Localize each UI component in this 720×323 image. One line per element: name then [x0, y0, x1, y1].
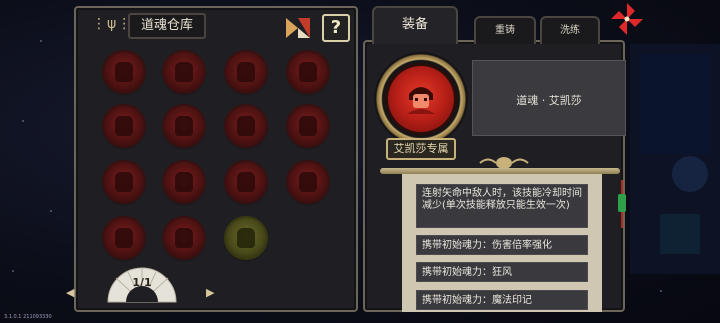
soul-orb[interactable] [288, 162, 328, 202]
soul-orb[interactable] [104, 106, 144, 146]
candle-ornament-icon: ⋮ψ⋮ [92, 16, 133, 32]
soul-orb[interactable] [226, 52, 266, 92]
tab-reforge[interactable]: 重铸 [474, 16, 536, 44]
soul-orb[interactable] [164, 162, 204, 202]
effect-description: 连射矢命中敌人时，该技能冷却时间减少(单次技能释放只能生效一次) [416, 184, 588, 228]
soul-orb[interactable] [104, 52, 144, 92]
exclusive-badge: 艾凯莎专属 [386, 138, 456, 160]
windmill-icon[interactable] [608, 0, 646, 38]
star-decoration [12, 270, 14, 272]
soul-orb[interactable] [164, 106, 204, 146]
soul-orb[interactable] [226, 106, 266, 146]
soul-orb[interactable] [164, 52, 204, 92]
next-page-button[interactable]: ▶ [206, 286, 214, 299]
soul-orb[interactable] [226, 162, 266, 202]
soul-orb[interactable] [288, 52, 328, 92]
tab-equip[interactable]: 装备 [372, 6, 458, 44]
tassel-icon [618, 180, 626, 228]
star-decoration [22, 120, 24, 122]
soul-orb[interactable] [104, 218, 144, 258]
star-decoration [50, 210, 52, 212]
storage-title: 道魂仓库 [128, 13, 206, 39]
effect-line: 携带初始魂力：魔法印记 [416, 290, 588, 310]
soul-name: 道魂 · 艾凯莎 [516, 94, 582, 107]
star-decoration [40, 40, 42, 42]
character-face-icon [407, 87, 435, 114]
background-decoration [630, 44, 720, 274]
soul-orb[interactable] [104, 162, 144, 202]
star-decoration [660, 290, 662, 292]
soul-orb[interactable] [164, 218, 204, 258]
sort-icon[interactable] [284, 16, 312, 40]
game-screen: ⋮ψ⋮ 道魂仓库 ? 1/1 ◀ ▶ 装备 重铸 洗练 道魂 · 艾凯莎 艾凯莎… [0, 0, 720, 323]
help-button[interactable]: ? [322, 14, 350, 42]
effect-line: 携带初始魂力：狂风 [416, 262, 588, 282]
tab-wash[interactable]: 洗练 [540, 16, 600, 44]
soul-orb[interactable] [288, 106, 328, 146]
effect-line: 携带初始魂力：伤害倍率强化 [416, 235, 588, 255]
page-indicator: 1/1 [132, 276, 152, 289]
prev-page-button[interactable]: ◀ [66, 286, 74, 299]
soul-orb[interactable] [226, 218, 266, 258]
version-label: 3.1.0.1 211093330 [4, 314, 52, 320]
